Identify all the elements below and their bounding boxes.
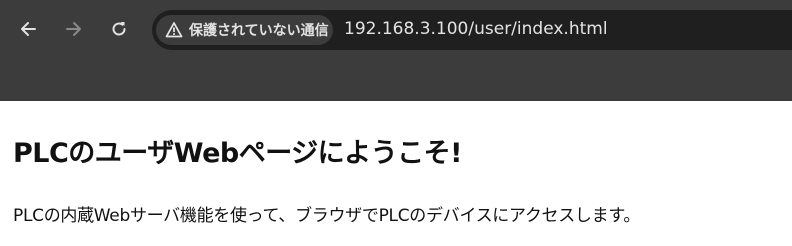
security-label: 保護されていない通信 — [189, 23, 329, 39]
back-arrow-icon — [21, 22, 36, 36]
address-bar[interactable]: 保護されていない通信 192.168.3.100/user/index.html — [152, 10, 792, 50]
page-content: PLCのユーザWebページにようこそ! PLCの内蔵Webサーバ機能を使って、ブ… — [0, 101, 792, 246]
page-description: PLCの内蔵Webサーバ機能を使って、ブラウザでPLCのデバイスにアクセスします… — [13, 206, 641, 226]
warning-triangle-icon — [165, 21, 183, 39]
reload-icon — [112, 22, 126, 36]
browser-chrome: 保護されていない通信 192.168.3.100/user/index.html — [0, 0, 792, 101]
reload-button[interactable] — [101, 11, 137, 47]
url-text[interactable]: 192.168.3.100/user/index.html — [344, 19, 608, 39]
browser-toolbar: 保護されていない通信 192.168.3.100/user/index.html — [0, 0, 792, 58]
forward-button[interactable] — [55, 11, 91, 47]
page-heading: PLCのユーザWebページにようこそ! — [13, 138, 463, 169]
browser-window: 保護されていない通信 192.168.3.100/user/index.html… — [0, 0, 792, 246]
security-indicator[interactable]: 保護されていない通信 — [156, 15, 333, 45]
forward-arrow-icon — [66, 22, 81, 36]
back-button[interactable] — [11, 11, 47, 47]
